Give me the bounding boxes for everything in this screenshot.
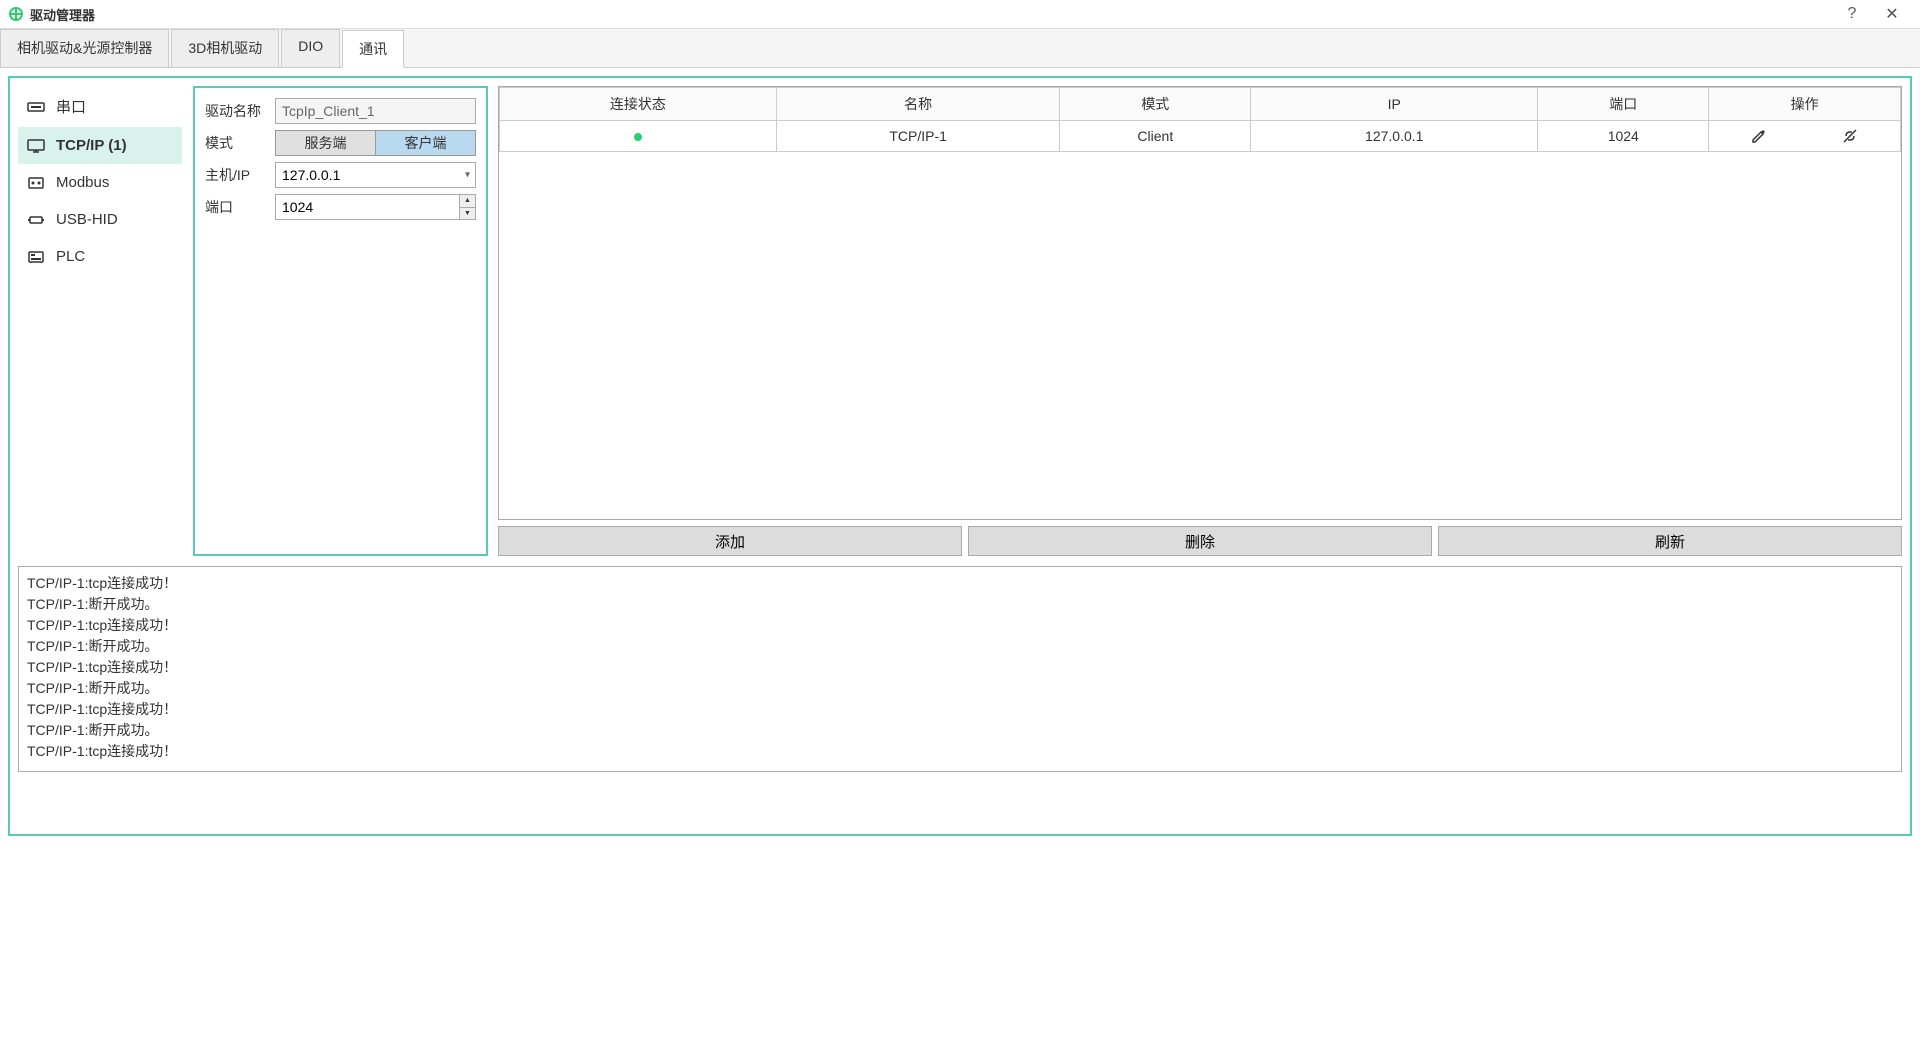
host-label: 主机/IP [205, 165, 275, 185]
button-row: 添加 删除 刷新 [498, 526, 1902, 556]
col-action: 操作 [1709, 88, 1901, 121]
log-line: TCP/IP-1:断开成功。 [27, 678, 1893, 699]
table-row[interactable]: TCP/IP-1 Client 127.0.0.1 1024 [500, 121, 1901, 152]
sidebar-item-usbhid[interactable]: USB-HID [18, 201, 182, 238]
log-line: TCP/IP-1:断开成功。 [27, 636, 1893, 657]
col-port: 端口 [1538, 88, 1709, 121]
add-button[interactable]: 添加 [498, 526, 962, 556]
col-ip: IP [1251, 88, 1538, 121]
log-line: TCP/IP-1:tcp连接成功！ [27, 573, 1893, 594]
monitor-icon [26, 138, 46, 154]
log-line: TCP/IP-1:断开成功。 [27, 594, 1893, 615]
host-input[interactable] [275, 162, 476, 188]
mode-client-button[interactable]: 客户端 [375, 130, 476, 156]
sidebar-item-tcpip[interactable]: TCP/IP (1) [18, 127, 182, 164]
sidebar-item-label: PLC [56, 248, 85, 265]
tab-3d-camera[interactable]: 3D相机驱动 [171, 29, 279, 67]
connection-table: 连接状态 名称 模式 IP 端口 操作 TCP/IP-1 Client [498, 86, 1902, 520]
cell-action [1709, 121, 1901, 152]
protocol-sidebar: 串口 TCP/IP (1) Modbus USB-HID [18, 86, 183, 556]
titlebar: 驱动管理器 ? ✕ [0, 0, 1920, 29]
col-status: 连接状态 [500, 88, 777, 121]
log-line: TCP/IP-1:tcp连接成功！ [27, 741, 1893, 762]
cell-status [500, 121, 777, 152]
col-mode: 模式 [1060, 88, 1251, 121]
log-line: TCP/IP-1:tcp连接成功！ [27, 657, 1893, 678]
form-panel: 驱动名称 模式 服务端 客户端 主机/IP ▾ 端口 [193, 86, 488, 556]
tab-dio[interactable]: DIO [281, 29, 340, 67]
sidebar-item-label: Modbus [56, 174, 109, 191]
log-line: TCP/IP-1:tcp连接成功！ [27, 699, 1893, 720]
log-panel[interactable]: TCP/IP-1:tcp连接成功！ TCP/IP-1:断开成功。 TCP/IP-… [18, 566, 1902, 772]
main-tabs: 相机驱动&光源控制器 3D相机驱动 DIO 通讯 [0, 29, 1920, 68]
sidebar-item-label: TCP/IP (1) [56, 137, 127, 154]
mode-label: 模式 [205, 133, 275, 153]
sidebar-item-serial[interactable]: 串口 [18, 86, 182, 127]
sidebar-item-label: USB-HID [56, 211, 118, 228]
port-step-up[interactable]: ▲ [459, 195, 475, 208]
sidebar-item-modbus[interactable]: Modbus [18, 164, 182, 201]
port-label: 端口 [205, 197, 275, 217]
mode-server-button[interactable]: 服务端 [275, 130, 375, 156]
sidebar-item-plc[interactable]: PLC [18, 238, 182, 275]
col-name: 名称 [776, 88, 1060, 121]
table-area: 连接状态 名称 模式 IP 端口 操作 TCP/IP-1 Client [498, 86, 1902, 556]
cell-port: 1024 [1538, 121, 1709, 152]
app-icon [8, 6, 24, 22]
log-line: TCP/IP-1:断开成功。 [27, 720, 1893, 741]
cell-ip: 127.0.0.1 [1251, 121, 1538, 152]
port-step-down[interactable]: ▼ [459, 208, 475, 220]
plc-icon [26, 249, 46, 265]
tab-camera-driver[interactable]: 相机驱动&光源控制器 [0, 29, 169, 67]
main-grid: 串口 TCP/IP (1) Modbus USB-HID [18, 86, 1902, 556]
sidebar-item-label: 串口 [56, 96, 86, 117]
usb-icon [26, 212, 46, 228]
tab-communication[interactable]: 通讯 [342, 30, 404, 68]
modbus-icon [26, 175, 46, 191]
driver-name-label: 驱动名称 [205, 101, 275, 121]
log-line: TCP/IP-1:tcp连接成功！ [27, 615, 1893, 636]
content-panel: 串口 TCP/IP (1) Modbus USB-HID [8, 76, 1912, 836]
port-input[interactable] [275, 194, 476, 220]
window-title: 驱动管理器 [30, 5, 1832, 24]
disconnect-icon[interactable] [1841, 127, 1859, 145]
refresh-button[interactable]: 刷新 [1438, 526, 1902, 556]
serial-icon [26, 99, 46, 115]
close-button[interactable]: ✕ [1872, 4, 1912, 24]
cell-name: TCP/IP-1 [776, 121, 1060, 152]
help-button[interactable]: ? [1832, 5, 1872, 23]
edit-icon[interactable] [1750, 127, 1768, 145]
cell-mode: Client [1060, 121, 1251, 152]
driver-name-input[interactable] [275, 98, 476, 124]
mode-toggle: 服务端 客户端 [275, 130, 476, 156]
delete-button[interactable]: 删除 [968, 526, 1432, 556]
status-dot-icon [634, 133, 642, 141]
